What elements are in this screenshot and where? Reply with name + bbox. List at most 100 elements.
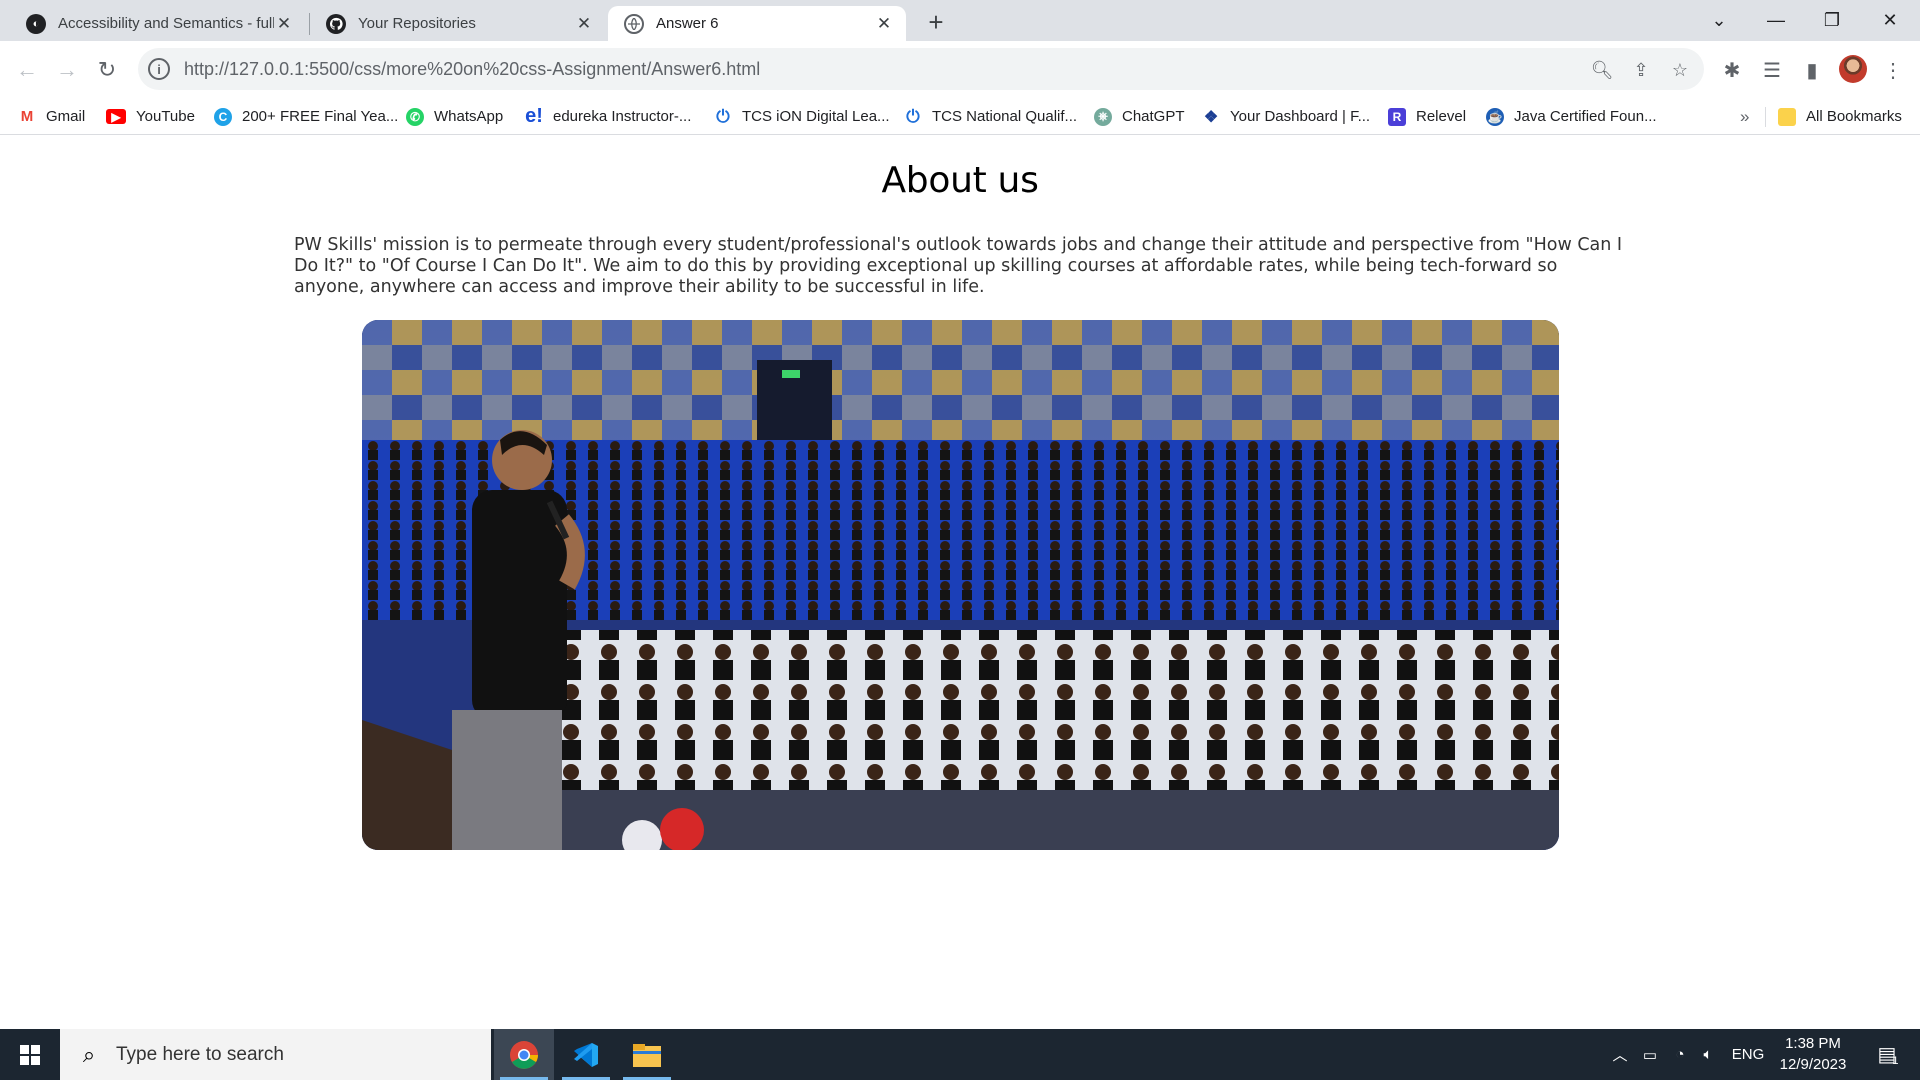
minimize-button[interactable]: — [1748,0,1804,41]
windows-logo-icon [20,1044,40,1065]
side-panel-icon[interactable]: ▮ [1795,53,1829,87]
reload-button[interactable]: ↻ [90,53,124,87]
bookmark-chatgpt[interactable]: ⎈ ChatGPT [1094,98,1185,135]
auditorium-illustration [362,320,1559,850]
url-path: :5500/css/more%20on%20css-Assignment/Ans… [304,58,761,79]
start-button[interactable] [0,1029,60,1080]
edureka-icon: e! [525,105,543,127]
bookmark-label: 200+ FREE Final Yea... [242,108,399,125]
search-placeholder: Type here to search [116,1043,284,1065]
close-icon[interactable]: ✕ [274,14,294,34]
profile-avatar[interactable] [1839,55,1867,83]
taskbar-vscode[interactable] [556,1029,616,1080]
relevel-icon: R [1388,107,1406,126]
address-bar[interactable]: i http://127.0.0.1:5500/css/more%20on%20… [138,48,1704,90]
bookmark-gmail[interactable]: M Gmail [18,98,85,135]
url-text[interactable]: http://127.0.0.1:5500/css/more%20on%20cs… [184,59,760,80]
bookmark-label: YouTube [136,108,195,125]
tab-title: Answer 6 [656,15,719,32]
tab-strip: ◐ Accessibility and Semantics - full ✕ Y… [0,0,1920,41]
bookmark-label: edureka Instructor-... [553,108,692,125]
battery-icon[interactable]: ▭ [1636,1029,1664,1080]
bookmark-label: WhatsApp [434,108,504,125]
all-bookmarks-button[interactable]: All Bookmarks [1778,98,1902,135]
bookmark-label: TCS iON Digital Lea... [742,108,890,125]
windows-taskbar: ⌕ Type here to search ︿ ▭ ◔ 🔈︎ ENG 1:38 … [0,1029,1920,1080]
bookmark-tcs-nqt[interactable]: ⏻ TCS National Qualif... [904,98,1077,135]
tab-repositories[interactable]: Your Repositories ✕ [310,6,606,41]
taskbar-chrome[interactable] [494,1029,554,1080]
clock-time: 1:38 PM [1785,1035,1841,1052]
wifi-icon[interactable]: ◔ [1666,1029,1694,1080]
gmail-icon: M [18,107,36,126]
browser-window: ◐ Accessibility and Semantics - full ✕ Y… [0,0,1920,1080]
bookmark-label: TCS National Qualif... [932,108,1078,125]
globe-icon [624,13,644,34]
bookmark-label: Relevel [1416,108,1467,125]
power-icon: ⏻ [904,107,922,126]
chatgpt-icon: ⎈ [1094,107,1112,126]
taskbar-file-explorer[interactable] [617,1029,677,1080]
new-tab-button[interactable]: + [922,7,950,37]
tab-title: Your Repositories [358,15,476,32]
youtube-icon: ▶ [106,109,126,124]
bookmark-label: Java Certified Foun... [1514,108,1657,125]
auditorium-photo [362,320,1559,850]
bookmark-tcs-ion[interactable]: ⏻ TCS iON Digital Lea... [714,98,890,135]
bookmark-whatsapp[interactable]: ✆ WhatsApp [406,98,503,135]
restore-button[interactable]: ❐ [1804,0,1860,41]
notification-count: 1 [1892,1054,1899,1067]
github-icon [326,13,346,34]
tab-accessibility[interactable]: ◐ Accessibility and Semantics - full ✕ [10,6,306,41]
reading-list-icon[interactable]: ☰ [1755,53,1789,87]
bookmarks-bar: M Gmail ▶ YouTube C 200+ FREE Final Yea... … [0,98,1920,135]
power-icon: ⏻ [714,107,732,126]
bookmark-edureka[interactable]: e! edureka Instructor-... [525,98,691,135]
bookmarks-overflow-button[interactable]: » [1740,98,1749,135]
language-indicator[interactable]: ENG [1726,1029,1770,1080]
search-icon: ⌕ [82,1041,96,1067]
site-info-icon[interactable]: i [148,58,170,80]
bookmark-java[interactable]: ☕ Java Certified Foun... [1486,98,1657,135]
bookmark-relevel[interactable]: R Relevel [1388,98,1466,135]
tab-answer6[interactable]: Answer 6 ✕ [608,6,906,41]
bookmark-star-icon[interactable]: ☆ [1668,58,1692,82]
chevron-up-icon[interactable]: ︿ [1606,1029,1634,1080]
tab-search-icon[interactable]: ⌄ [1691,0,1747,41]
c-logo-icon: C [214,107,232,126]
url-host: http://127.0.0.1 [184,58,305,79]
tab-title: Accessibility and Semantics - full [58,15,274,32]
dashboard-icon: ❖ [1202,107,1220,126]
zoom-icon[interactable]: 🔍︎ [1590,58,1614,82]
system-clock[interactable]: 1:38 PM 12/9/2023 [1768,1033,1858,1075]
bookmarks-divider [1765,107,1766,127]
mission-paragraph: PW Skills' mission is to permeate throug… [294,235,1623,297]
notifications-button[interactable]: ▤ 1 [1864,1029,1912,1080]
close-window-button[interactable]: ✕ [1862,0,1918,41]
bookmark-dashboard[interactable]: ❖ Your Dashboard | F... [1202,98,1370,135]
back-button[interactable]: ← [10,53,44,87]
bookmark-youtube[interactable]: ▶ YouTube [106,98,195,135]
vscode-icon [574,1042,598,1067]
taskbar-search[interactable]: ⌕ Type here to search [60,1029,491,1080]
page-content: About us PW Skills' mission is to permea… [0,136,1920,1029]
share-icon[interactable]: ⇪ [1629,58,1653,82]
page-title: About us [881,160,1039,201]
bookmark-label: All Bookmarks [1806,108,1902,125]
bookmark-label: Your Dashboard | F... [1230,108,1371,125]
close-icon[interactable]: ✕ [874,14,894,34]
chrome-icon [510,1040,538,1069]
folder-icon [633,1043,661,1067]
menu-icon[interactable]: ⋮ [1876,53,1910,87]
volume-icon[interactable]: 🔈︎ [1694,1029,1722,1080]
pw-logo-icon: ◐ [26,13,46,34]
forward-button[interactable]: → [50,53,84,87]
oracle-icon: ☕ [1486,107,1504,126]
bookmark-label: Gmail [46,108,86,125]
browser-toolbar: ← → ↻ i http://127.0.0.1:5500/css/more%2… [0,41,1920,98]
close-icon[interactable]: ✕ [574,14,594,34]
bookmark-final-year[interactable]: C 200+ FREE Final Yea... [214,98,398,135]
extensions-icon[interactable]: ✱ [1715,53,1749,87]
whatsapp-icon: ✆ [406,107,424,126]
bookmark-label: ChatGPT [1122,108,1185,125]
